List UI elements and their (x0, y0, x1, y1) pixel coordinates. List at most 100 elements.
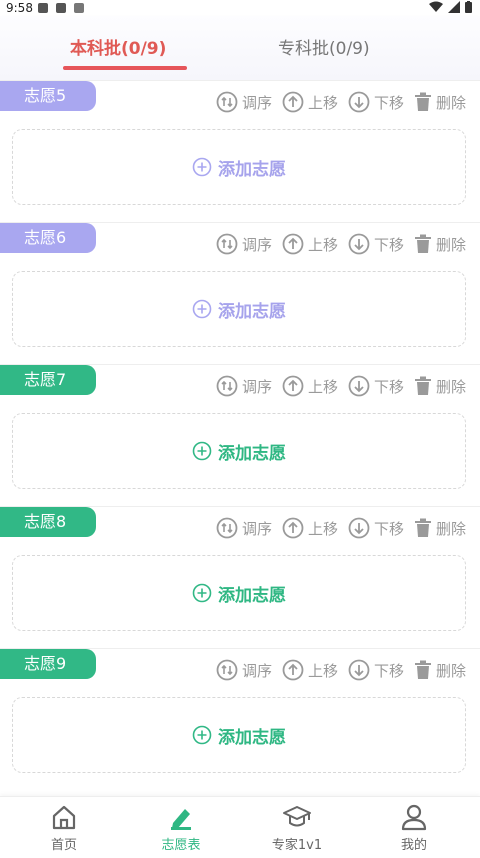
delete-button[interactable]: 删除 (414, 518, 466, 539)
delete-label: 删除 (435, 661, 466, 680)
reorder-label: 调序 (241, 93, 272, 112)
tab-undergraduate[interactable]: 本科批(0/9) (70, 34, 166, 59)
delete-button[interactable]: 删除 (414, 234, 466, 255)
volunteer-card: 志愿5 调序 上移 下移 删除 添加志愿 (0, 80, 480, 222)
move-down-button[interactable]: 下移 (348, 375, 404, 397)
nav-home-label: 首页 (50, 838, 77, 853)
move-down-button[interactable]: 下移 (348, 517, 404, 539)
bottom-nav: 首页 志愿表 专家1v1 我的 (0, 796, 480, 858)
move-up-label: 上移 (307, 661, 338, 680)
tab-junior-college[interactable]: 专科批(0/9) (278, 34, 370, 59)
move-down-label: 下移 (373, 661, 404, 680)
active-tab-indicator (63, 66, 187, 70)
reorder-label: 调序 (241, 661, 272, 680)
reorder-button[interactable]: 调序 (216, 659, 272, 681)
move-up-button[interactable]: 上移 (282, 91, 338, 113)
arrow-down-icon (348, 233, 370, 255)
wifi-icon (429, 1, 443, 12)
move-up-button[interactable]: 上移 (282, 659, 338, 681)
nav-expert-label: 专家1v1 (271, 838, 323, 853)
add-volunteer-label: 添加志愿 (218, 301, 286, 322)
reorder-icon (216, 517, 238, 539)
volunteer-card: 志愿9 调序 上移 下移 删除 添加志愿 (0, 648, 480, 790)
nav-expert[interactable]: 专家1v1 (249, 803, 345, 853)
move-up-button[interactable]: 上移 (282, 233, 338, 255)
battery-icon (465, 1, 472, 13)
trash-icon (414, 234, 431, 253)
move-up-label: 上移 (307, 93, 338, 112)
arrow-down-icon (348, 517, 370, 539)
move-up-button[interactable]: 上移 (282, 517, 338, 539)
volunteer-card: 志愿6 调序 上移 下移 删除 添加志愿 (0, 222, 480, 364)
card-actions: 调序 上移 下移 删除 (216, 517, 466, 539)
reorder-icon (216, 91, 238, 113)
move-down-button[interactable]: 下移 (348, 659, 404, 681)
trash-icon (414, 92, 431, 111)
delete-button[interactable]: 删除 (414, 92, 466, 113)
plus-circle-icon (192, 299, 212, 319)
arrow-up-icon (282, 91, 304, 113)
home-icon (52, 805, 76, 830)
add-volunteer-button[interactable]: 添加志愿 (12, 413, 466, 489)
status-bar: 9:58 (0, 0, 480, 16)
move-up-button[interactable]: 上移 (282, 375, 338, 397)
move-down-button[interactable]: 下移 (348, 91, 404, 113)
volunteer-badge: 志愿6 (0, 223, 96, 253)
graduation-cap-icon (283, 806, 311, 827)
reorder-label: 调序 (241, 235, 272, 254)
nav-profile[interactable]: 我的 (366, 803, 462, 853)
nav-volunteer-table[interactable]: 志愿表 (133, 803, 229, 853)
reorder-button[interactable]: 调序 (216, 91, 272, 113)
volunteer-badge: 志愿5 (0, 81, 96, 111)
move-down-button[interactable]: 下移 (348, 233, 404, 255)
add-volunteer-button[interactable]: 添加志愿 (12, 271, 466, 347)
move-down-label: 下移 (373, 519, 404, 538)
delete-button[interactable]: 删除 (414, 376, 466, 397)
volunteer-card: 志愿7 调序 上移 下移 删除 添加志愿 (0, 364, 480, 506)
delete-label: 删除 (435, 93, 466, 112)
add-volunteer-button[interactable]: 添加志愿 (12, 129, 466, 205)
notification-icon (56, 3, 66, 13)
trash-icon (414, 376, 431, 395)
reorder-button[interactable]: 调序 (216, 233, 272, 255)
add-volunteer-button[interactable]: 添加志愿 (12, 555, 466, 631)
plus-circle-icon (192, 725, 212, 745)
reorder-button[interactable]: 调序 (216, 375, 272, 397)
plus-circle-icon (192, 441, 212, 461)
delete-label: 删除 (435, 235, 466, 254)
volunteer-badge: 志愿9 (0, 649, 96, 679)
plus-circle-icon (192, 157, 212, 177)
card-actions: 调序 上移 下移 删除 (216, 659, 466, 681)
delete-label: 删除 (435, 519, 466, 538)
arrow-up-icon (282, 375, 304, 397)
batch-tabs: 本科批(0/9) 专科批(0/9) (0, 16, 480, 80)
reorder-label: 调序 (241, 377, 272, 396)
arrow-up-icon (282, 517, 304, 539)
add-volunteer-label: 添加志愿 (218, 159, 286, 180)
card-actions: 调序 上移 下移 删除 (216, 233, 466, 255)
volunteer-badge: 志愿7 (0, 365, 96, 395)
user-icon (401, 804, 427, 831)
trash-icon (414, 660, 431, 679)
add-volunteer-label: 添加志愿 (218, 443, 286, 464)
nav-home[interactable]: 首页 (16, 803, 112, 853)
delete-button[interactable]: 删除 (414, 660, 466, 681)
reorder-button[interactable]: 调序 (216, 517, 272, 539)
move-down-label: 下移 (373, 235, 404, 254)
add-volunteer-label: 添加志愿 (218, 727, 286, 748)
arrow-down-icon (348, 91, 370, 113)
notification-icon (38, 3, 48, 13)
move-up-label: 上移 (307, 377, 338, 396)
volunteer-card: 志愿8 调序 上移 下移 删除 添加志愿 (0, 506, 480, 648)
add-volunteer-button[interactable]: 添加志愿 (12, 697, 466, 773)
reorder-icon (216, 233, 238, 255)
move-up-label: 上移 (307, 519, 338, 538)
reorder-label: 调序 (241, 519, 272, 538)
edit-icon (171, 809, 191, 830)
volunteer-badge: 志愿8 (0, 507, 96, 537)
arrow-down-icon (348, 375, 370, 397)
arrow-down-icon (348, 659, 370, 681)
nav-volunteer-table-label: 志愿表 (161, 838, 201, 853)
status-time: 9:58 (6, 1, 33, 15)
move-down-label: 下移 (373, 93, 404, 112)
